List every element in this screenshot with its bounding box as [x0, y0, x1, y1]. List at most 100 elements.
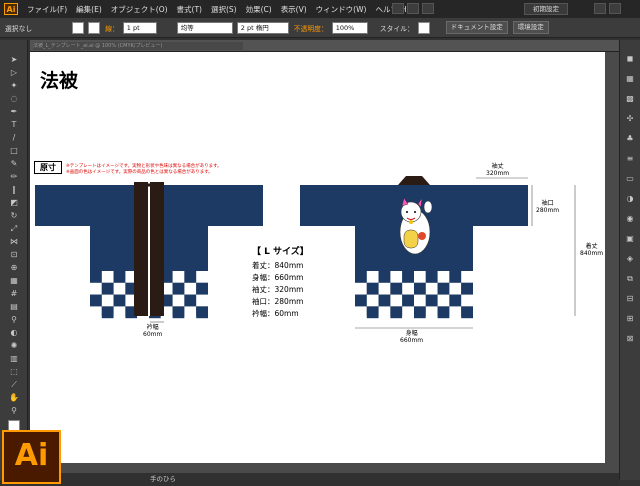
document-setup-button[interactable]: ドキュメント設定	[445, 21, 508, 34]
graphic-styles-icon[interactable]: ▣	[624, 234, 636, 244]
transparency-panel-icon[interactable]: ◑	[624, 194, 636, 204]
checker-cell	[172, 282, 185, 295]
checker-cell	[461, 271, 473, 283]
artboard[interactable]: 法被 原寸 ※テンプレートはイメージです。実物と形状や色味は異なる場合があります…	[30, 52, 605, 463]
back-collar	[398, 176, 430, 185]
artboard-tool-icon[interactable]: ⬚	[8, 366, 20, 377]
workspace-switcher[interactable]: 初期設定	[524, 3, 568, 15]
opacity-field[interactable]: 100%	[331, 21, 368, 34]
bridge-icon[interactable]	[392, 3, 404, 14]
lasso-tool-icon[interactable]: ◌	[8, 93, 20, 104]
rectangle-tool-icon[interactable]: □	[8, 145, 20, 156]
document-tab[interactable]: 法被_L_テンプレート_ai.ai @ 100% (CMYK/プレビュー)	[33, 42, 243, 50]
layers-panel-icon[interactable]: ◈	[624, 254, 636, 264]
checker-cell	[101, 306, 114, 319]
brushes-panel-icon[interactable]: ✣	[624, 114, 636, 124]
checker-cell	[461, 306, 473, 319]
magic-wand-tool-icon[interactable]: ✦	[8, 80, 20, 91]
blob-brush-tool-icon[interactable]: ❙	[8, 184, 20, 195]
hand-tool-icon[interactable]: ✋	[8, 392, 20, 403]
transform-panel-icon[interactable]: ⊠	[624, 334, 636, 344]
checker-cell	[449, 282, 462, 295]
fill-swatch[interactable]	[72, 21, 85, 34]
eraser-tool-icon[interactable]: ◩	[8, 197, 20, 208]
checker-cell	[355, 294, 367, 307]
graphic-style-swatch[interactable]	[417, 21, 430, 34]
view-icon[interactable]	[422, 3, 434, 14]
minimize-icon[interactable]	[594, 3, 606, 14]
checker-cell	[172, 306, 185, 319]
gradient-panel-icon[interactable]: ▭	[624, 174, 636, 184]
horizontal-scrollbar[interactable]	[30, 463, 619, 473]
cuff-label: 袖口 280mm	[536, 200, 560, 214]
rotate-tool-icon[interactable]: ↻	[8, 210, 20, 221]
checker-cell	[402, 294, 414, 307]
slice-tool-icon[interactable]: ⟋	[8, 379, 20, 390]
checker-cell	[184, 282, 197, 295]
paintbrush-tool-icon[interactable]: ✎	[8, 158, 20, 169]
color-panel-icon[interactable]: ◼	[624, 54, 636, 64]
stroke-panel-icon[interactable]: ≡	[624, 154, 636, 164]
appearance-panel-icon[interactable]: ◉	[624, 214, 636, 224]
stroke-label[interactable]: 線：	[105, 23, 119, 33]
checker-cell	[378, 306, 391, 319]
direct-selection-tool-icon[interactable]: ▷	[8, 67, 20, 78]
checker-cell	[437, 271, 450, 283]
opacity-label[interactable]: 不透明度：	[294, 23, 328, 33]
checker-cell	[101, 271, 114, 283]
gradient-tool-icon[interactable]: ▤	[8, 301, 20, 312]
stroke-swatch[interactable]	[88, 21, 101, 34]
menu-select[interactable]: 選択(S)	[211, 4, 237, 15]
color-guide-icon[interactable]: ▦	[624, 74, 636, 84]
checker-cell	[449, 306, 462, 319]
zoom-tool-icon[interactable]: ⚲	[8, 405, 20, 416]
spec-line: 袖口：280mm	[252, 297, 304, 306]
menu-view[interactable]: 表示(V)	[281, 4, 307, 15]
menu-type[interactable]: 書式(T)	[177, 4, 202, 15]
scale-tool-icon[interactable]: ⤢	[8, 223, 20, 234]
checker-cell	[366, 271, 379, 283]
width-tool-icon[interactable]: ⋈	[8, 236, 20, 247]
blend-tool-icon[interactable]: ◐	[8, 327, 20, 338]
preferences-button[interactable]: 環境設定	[512, 21, 549, 34]
checker-cell	[366, 306, 379, 319]
menu-window[interactable]: ウィンドウ(W)	[316, 4, 367, 15]
perspective-grid-tool-icon[interactable]: ▦	[8, 275, 20, 286]
arrange-icon[interactable]	[407, 3, 419, 14]
selection-tool-icon[interactable]: ➤	[8, 54, 20, 65]
checker-cell	[90, 306, 102, 319]
checker-cell	[196, 306, 208, 319]
pencil-tool-icon[interactable]: ✏	[8, 171, 20, 182]
symbols-panel-icon[interactable]: ♣	[624, 134, 636, 144]
menu-file[interactable]: ファイル(F)	[27, 4, 67, 15]
vertical-scrollbar[interactable]	[605, 52, 619, 463]
eyedropper-tool-icon[interactable]: ⚲	[8, 314, 20, 325]
pathfinder-panel-icon[interactable]: ⊞	[624, 314, 636, 324]
pen-tool-icon[interactable]: ✒	[8, 106, 20, 117]
checker-cell	[437, 306, 450, 319]
symbol-sprayer-tool-icon[interactable]: ✺	[8, 340, 20, 351]
menu-object[interactable]: オブジェクト(O)	[111, 4, 168, 15]
checker-cell	[437, 294, 450, 307]
swatches-panel-icon[interactable]: ▩	[624, 94, 636, 104]
checker-cell	[425, 271, 438, 283]
free-transform-tool-icon[interactable]: ⊡	[8, 249, 20, 260]
align-panel-icon[interactable]: ⊟	[624, 294, 636, 304]
body-width-label: 身幅 660mm	[400, 330, 424, 344]
column-graph-tool-icon[interactable]: ▥	[8, 353, 20, 364]
line-tool-icon[interactable]: /	[8, 132, 20, 143]
shape-builder-tool-icon[interactable]: ⊕	[8, 262, 20, 273]
variable-width-profile[interactable]: 均等	[176, 21, 233, 34]
close-icon[interactable]	[609, 3, 621, 14]
menu-edit[interactable]: 編集(E)	[76, 4, 102, 15]
current-tool-status: 手のひら	[150, 475, 176, 483]
checker-cell	[461, 282, 473, 295]
type-tool-icon[interactable]: T	[8, 119, 20, 130]
menu-effect[interactable]: 効果(C)	[246, 4, 272, 15]
checker-cell	[414, 282, 426, 295]
mesh-tool-icon[interactable]: #	[8, 288, 20, 299]
control-bar: 選択なし 線： 1 pt 均等 2 pt 楕円 不透明度： 100% スタイル：…	[0, 18, 640, 38]
artboards-panel-icon[interactable]: ⧉	[624, 274, 636, 284]
stroke-weight-field[interactable]: 1 pt	[122, 21, 157, 34]
brush-definition[interactable]: 2 pt 楕円	[236, 21, 289, 34]
